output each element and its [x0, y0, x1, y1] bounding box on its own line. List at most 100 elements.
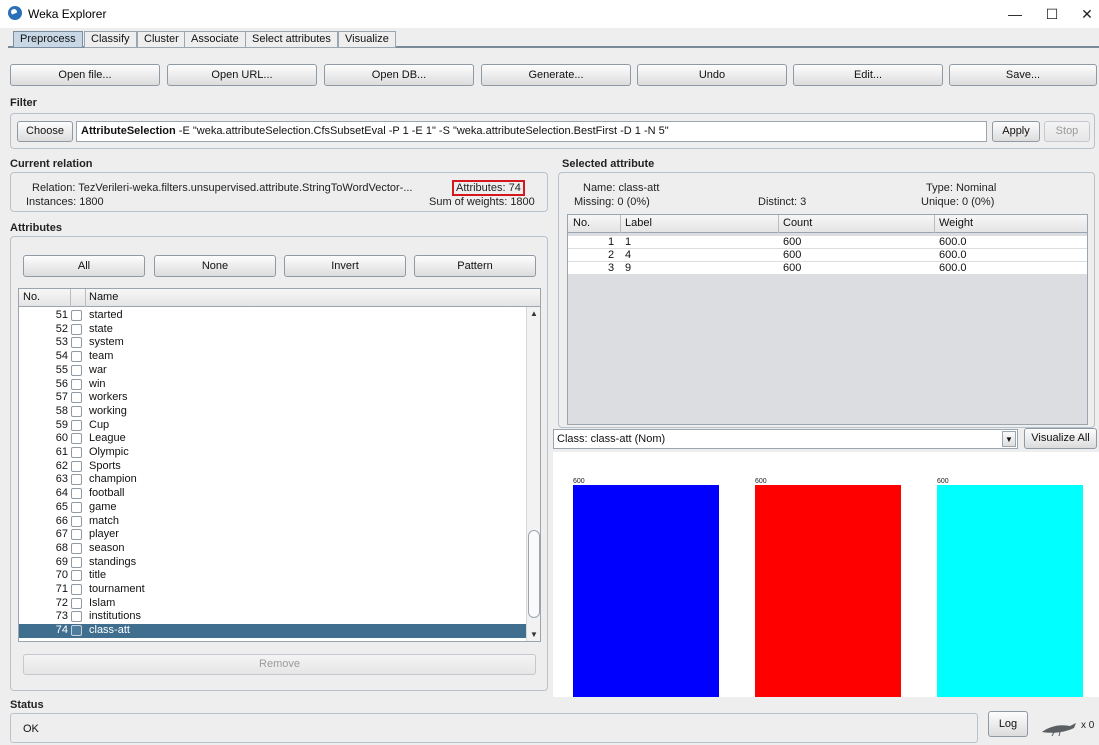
- attributes-scrollbar[interactable]: ▲ ▼: [526, 307, 540, 641]
- tab-preprocess[interactable]: Preprocess: [13, 31, 83, 48]
- attribute-row[interactable]: 53 system: [19, 336, 526, 350]
- column-header-weight[interactable]: Weight: [939, 217, 973, 229]
- column-header-label[interactable]: Label: [625, 217, 652, 229]
- attribute-checkbox[interactable]: [71, 597, 82, 609]
- minimize-button[interactable]: —: [995, 2, 1035, 26]
- attributes-list[interactable]: No. Name 51 started 52 state 53 system 54 team 5…: [18, 288, 541, 642]
- tab-classify[interactable]: Classify: [84, 31, 137, 48]
- select-none-button[interactable]: None: [154, 255, 276, 277]
- attribute-row[interactable]: 52 state: [19, 323, 526, 337]
- sum-of-weights: Sum of weights: 1800: [429, 196, 535, 208]
- attribute-row[interactable]: 65 game: [19, 501, 526, 515]
- close-button[interactable]: ✕: [1067, 2, 1099, 26]
- attribute-name: standings: [89, 555, 137, 568]
- attribute-row[interactable]: 57 workers: [19, 391, 526, 405]
- attribute-row[interactable]: 63 champion: [19, 473, 526, 487]
- status-section-title: Status: [10, 699, 44, 711]
- attribute-checkbox[interactable]: [71, 392, 82, 404]
- attribute-row[interactable]: 55 war: [19, 364, 526, 378]
- attribute-row[interactable]: 59 Cup: [19, 419, 526, 433]
- scrollbar-thumb[interactable]: [528, 530, 540, 618]
- attribute-checkbox[interactable]: [71, 474, 82, 486]
- tab-associate[interactable]: Associate: [184, 31, 246, 48]
- attribute-checkbox[interactable]: [71, 405, 82, 417]
- column-header-no[interactable]: No.: [573, 217, 590, 229]
- open-file-button[interactable]: Open file...: [10, 64, 160, 86]
- attribute-row[interactable]: 68 season: [19, 542, 526, 556]
- save-button[interactable]: Save...: [949, 64, 1097, 86]
- choose-filter-button[interactable]: Choose: [17, 121, 73, 142]
- chevron-down-icon[interactable]: ▼: [1002, 431, 1016, 447]
- table-row[interactable]: 3 9 600 600.0: [568, 262, 1087, 274]
- invert-selection-button[interactable]: Invert: [284, 255, 406, 277]
- attribute-row[interactable]: 67 player: [19, 528, 526, 542]
- label-stats-table[interactable]: No. Label Count Weight 1 1 600 600.0 2 4…: [567, 214, 1088, 425]
- attribute-checkbox[interactable]: [71, 556, 82, 568]
- attribute-checkbox[interactable]: [71, 337, 82, 349]
- attribute-checkbox[interactable]: [71, 351, 82, 363]
- attribute-row[interactable]: 60 League: [19, 432, 526, 446]
- log-button[interactable]: Log: [988, 711, 1028, 737]
- scroll-up-arrow-icon[interactable]: ▲: [527, 307, 540, 320]
- attribute-checkbox[interactable]: [71, 529, 82, 541]
- filter-config-field[interactable]: AttributeSelection -E "weka.attributeSel…: [76, 121, 987, 142]
- attribute-row[interactable]: 71 tournament: [19, 583, 526, 597]
- open-db-button[interactable]: Open DB...: [324, 64, 474, 86]
- column-header-no[interactable]: No.: [23, 291, 40, 303]
- attribute-checkbox[interactable]: [71, 364, 82, 376]
- attribute-row[interactable]: 58 working: [19, 405, 526, 419]
- attribute-checkbox[interactable]: [71, 310, 82, 321]
- attribute-row[interactable]: 74 class-att: [19, 624, 526, 638]
- attribute-row[interactable]: 64 football: [19, 487, 526, 501]
- attribute-checkbox[interactable]: [71, 433, 82, 445]
- column-header-count[interactable]: Count: [783, 217, 812, 229]
- table-row[interactable]: 2 4 600 600.0: [568, 249, 1087, 261]
- attribute-checkbox[interactable]: [71, 323, 82, 335]
- attribute-checkbox[interactable]: [71, 570, 82, 582]
- weka-bird-icon[interactable]: [1040, 720, 1080, 736]
- cell-no: 1: [608, 236, 615, 248]
- maximize-button[interactable]: ☐: [1032, 2, 1072, 26]
- pattern-button[interactable]: Pattern: [414, 255, 536, 277]
- edit-button[interactable]: Edit...: [793, 64, 943, 86]
- attribute-checkbox[interactable]: [71, 447, 82, 458]
- undo-button[interactable]: Undo: [637, 64, 787, 86]
- attribute-row[interactable]: 69 standings: [19, 556, 526, 570]
- tab-cluster[interactable]: Cluster: [137, 31, 186, 48]
- attribute-checkbox[interactable]: [71, 488, 82, 500]
- generate-button[interactable]: Generate...: [481, 64, 631, 86]
- selected-attribute-name: Name: class-att: [583, 182, 660, 194]
- open-url-button[interactable]: Open URL...: [167, 64, 317, 86]
- apply-button[interactable]: Apply: [992, 121, 1040, 142]
- attribute-checkbox[interactable]: [71, 542, 82, 554]
- class-attribute-select[interactable]: Class: class-att (Nom) ▼: [553, 429, 1018, 449]
- cell-label: 9: [625, 262, 632, 274]
- attribute-checkbox[interactable]: [71, 625, 82, 637]
- table-row[interactable]: 1 1 600 600.0: [568, 236, 1087, 248]
- select-all-button[interactable]: All: [23, 255, 145, 277]
- attribute-checkbox[interactable]: [71, 501, 82, 513]
- attribute-row[interactable]: 70 title: [19, 569, 526, 583]
- attribute-number: 68: [55, 541, 68, 554]
- tab-select-attributes[interactable]: Select attributes: [245, 31, 338, 48]
- attribute-row[interactable]: 73 institutions: [19, 610, 526, 624]
- attribute-checkbox[interactable]: [71, 611, 82, 623]
- attribute-row[interactable]: 66 match: [19, 515, 526, 529]
- tab-visualize[interactable]: Visualize: [338, 31, 396, 48]
- attribute-checkbox[interactable]: [71, 419, 82, 431]
- attribute-name: game: [89, 500, 117, 513]
- attribute-checkbox[interactable]: [71, 378, 82, 390]
- attribute-row[interactable]: 54 team: [19, 350, 526, 364]
- attribute-row[interactable]: 62 Sports: [19, 460, 526, 474]
- attribute-checkbox[interactable]: [71, 460, 82, 472]
- attribute-row[interactable]: 61 Olympic: [19, 446, 526, 460]
- attribute-row[interactable]: 72 Islam: [19, 597, 526, 611]
- attribute-row[interactable]: 56 win: [19, 378, 526, 392]
- scroll-down-arrow-icon[interactable]: ▼: [527, 628, 540, 641]
- attribute-row[interactable]: 51 started: [19, 309, 526, 323]
- visualize-all-button[interactable]: Visualize All: [1024, 428, 1097, 449]
- attribute-name: season: [89, 541, 125, 554]
- attribute-checkbox[interactable]: [71, 515, 82, 527]
- column-header-name[interactable]: Name: [89, 291, 118, 303]
- attribute-checkbox[interactable]: [71, 584, 82, 595]
